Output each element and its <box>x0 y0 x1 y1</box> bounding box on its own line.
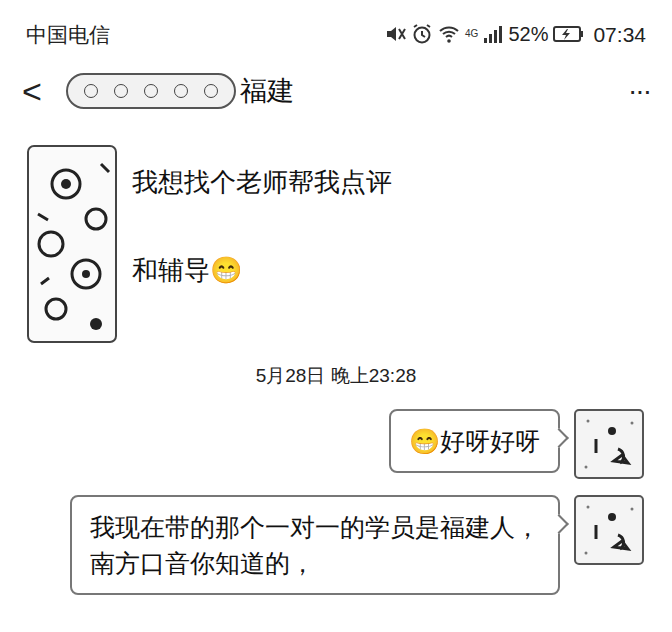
battery-label: 52% <box>508 19 548 49</box>
message-row: 😁好呀好呀 <box>0 409 672 479</box>
message-line: 😁好呀好呀 <box>409 423 540 459</box>
status-icons: 4G 52% 07:34 <box>384 19 646 51</box>
message-bubble: 我现在带的那个一对一的学员是福建人，南方口音你知道的， <box>70 495 560 596</box>
battery-icon <box>553 25 584 43</box>
bubble-tail <box>549 428 569 448</box>
message-row: 我想找个老师帮我点评和辅导😁 <box>0 144 672 344</box>
message-line: 我想找个老师帮我点评 <box>132 166 392 200</box>
name-pattern-dot <box>84 84 98 98</box>
name-pattern-dot <box>174 84 188 98</box>
message-line: 我现在带的那个一对一的学员是福建人，南方口音你知道的， <box>90 509 540 582</box>
alarm-icon <box>411 23 433 45</box>
avatar-icon <box>26 144 118 344</box>
carrier-label: 中国电信 <box>26 19 110 51</box>
network-label: 4G <box>465 29 478 39</box>
message-bubble: 😁好呀好呀 <box>389 409 560 473</box>
back-button[interactable]: < <box>22 74 52 108</box>
message-list: 我想找个老师帮我点评和辅导😁 5月28日 晚上23:28 😁好呀好呀我现在带的那个一… <box>0 126 672 605</box>
more-button[interactable]: ··· <box>628 77 650 105</box>
message-row: 我现在带的那个一对一的学员是福建人，南方口音你知道的， <box>0 495 672 596</box>
status-bar: 中国电信 4G 52% 07:34 <box>0 0 672 56</box>
timestamp-row: 5月28日 晚上23:28 <box>0 360 672 393</box>
message-line: 和辅导😁 <box>132 254 392 288</box>
avatar-icon <box>574 409 644 479</box>
name-pattern-dot <box>144 84 158 98</box>
message-text: 我想找个老师帮我点评和辅导😁 <box>132 144 392 288</box>
name-pattern-dot <box>204 84 218 98</box>
signal-icon <box>483 24 503 44</box>
chat-header: < 福建 ··· <box>0 56 672 126</box>
bubble-tail <box>549 514 569 534</box>
avatar-icon <box>574 495 644 565</box>
chat-title: 福建 <box>240 71 294 112</box>
wifi-icon <box>438 23 460 45</box>
time-label: 07:34 <box>593 19 646 51</box>
blurred-name <box>66 73 236 109</box>
mute-icon <box>384 23 406 45</box>
name-pattern-dot <box>114 84 128 98</box>
timestamp: 5月28日 晚上23:28 <box>256 362 417 391</box>
